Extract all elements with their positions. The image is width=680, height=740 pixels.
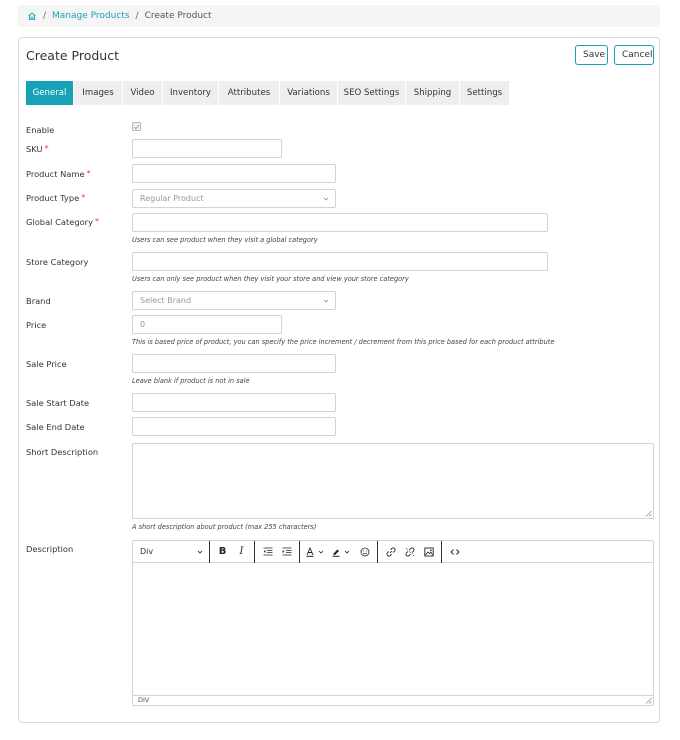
price-input[interactable]: 0 — [132, 315, 282, 334]
product-type-value: Regular Product — [140, 194, 204, 203]
tab-shipping[interactable]: Shipping — [406, 81, 460, 105]
short-description-label: Short Description — [26, 447, 99, 457]
save-button[interactable]: Save — [575, 45, 608, 65]
source-code-icon[interactable] — [445, 543, 464, 561]
required-mark: * — [95, 217, 100, 226]
price-help: This is based price of product, you can … — [132, 338, 555, 346]
resize-handle-icon[interactable] — [645, 510, 652, 517]
chevron-down-icon — [323, 299, 329, 303]
global-category-label: Global Category * — [26, 217, 99, 227]
sale-price-help: Leave blank if product is not in sale — [132, 377, 250, 385]
price-value: 0 — [140, 320, 146, 329]
tab-general[interactable]: General — [26, 81, 74, 105]
brand-select[interactable]: Select Brand — [132, 291, 336, 310]
required-mark: * — [44, 144, 49, 153]
link-icon[interactable] — [381, 543, 400, 561]
breadcrumb-manage-products[interactable]: Manage Products — [52, 11, 129, 21]
sale-start-date-input[interactable] — [132, 393, 336, 412]
tab-variations[interactable]: Variations — [280, 81, 338, 105]
editor-status-bar: DIV — [133, 695, 653, 705]
sku-input[interactable] — [132, 139, 282, 158]
italic-icon[interactable]: I — [232, 543, 251, 561]
tab-inventory[interactable]: Inventory — [163, 81, 219, 105]
check-icon — [133, 124, 140, 129]
bold-icon[interactable]: B — [213, 543, 232, 561]
toolbar-group-insert — [378, 540, 442, 563]
global-category-label-text: Global Category — [26, 217, 94, 227]
sale-end-date-label: Sale End Date — [26, 422, 85, 432]
product-name-label: Product Name * — [26, 169, 91, 179]
chevron-down-icon — [323, 197, 329, 201]
breadcrumb-separator: / — [43, 11, 47, 21]
breadcrumb: / Manage Products / Create Product — [18, 5, 660, 27]
editor-toolbar: Div B I — [133, 540, 653, 563]
outdent-icon[interactable] — [258, 543, 277, 561]
breadcrumb-separator: / — [135, 11, 139, 21]
product-type-select[interactable]: Regular Product — [132, 189, 336, 208]
enable-label: Enable — [26, 125, 55, 135]
tab-seo-settings[interactable]: SEO Settings — [338, 81, 406, 105]
required-mark: * — [86, 169, 91, 178]
sale-price-input[interactable] — [132, 354, 336, 373]
home-icon[interactable] — [27, 11, 37, 21]
tab-settings[interactable]: Settings — [460, 81, 510, 105]
toolbar-group-code — [442, 541, 467, 563]
resize-handle-icon[interactable] — [645, 697, 652, 704]
sale-price-label: Sale Price — [26, 359, 67, 369]
toolbar-group-format: B I — [210, 540, 255, 563]
global-category-input[interactable] — [132, 213, 548, 232]
cancel-button[interactable]: Cancel — [614, 45, 654, 65]
toolbar-group-indent — [255, 540, 300, 563]
breadcrumb-current: Create Product — [144, 11, 212, 21]
description-editor: Div B I DIV — [132, 540, 654, 706]
chevron-down-icon — [197, 550, 203, 554]
image-icon[interactable] — [419, 543, 438, 561]
product-name-input[interactable] — [132, 164, 336, 183]
brand-label: Brand — [26, 296, 51, 306]
sku-label: SKU * — [26, 144, 49, 154]
unlink-icon[interactable] — [400, 543, 419, 561]
global-category-help: Users can see product when they visit a … — [132, 236, 318, 244]
brand-placeholder: Select Brand — [140, 296, 192, 305]
store-category-input[interactable] — [132, 252, 548, 271]
emoticon-icon[interactable] — [355, 543, 374, 561]
enable-checkbox[interactable] — [132, 122, 141, 131]
create-product-card: Create Product Save Cancel General Image… — [18, 37, 660, 723]
block-format-select[interactable]: Div — [133, 540, 210, 563]
short-description-textarea[interactable] — [132, 443, 654, 519]
tab-video[interactable]: Video — [123, 81, 163, 105]
element-path: DIV — [138, 696, 150, 704]
page-title: Create Product — [26, 48, 119, 63]
highlight-color-icon[interactable] — [329, 543, 355, 561]
description-label: Description — [26, 544, 74, 554]
tab-images[interactable]: Images — [74, 81, 123, 105]
product-name-label-text: Product Name — [26, 169, 85, 179]
tab-bar: General Images Video Inventory Attribute… — [26, 81, 510, 105]
product-type-label-text: Product Type — [26, 193, 80, 203]
indent-icon[interactable] — [277, 543, 296, 561]
block-format-value: Div — [140, 547, 154, 556]
text-color-icon[interactable] — [303, 543, 329, 561]
store-category-help: Users can only see product when they vis… — [132, 275, 409, 283]
price-label: Price — [26, 320, 47, 330]
sale-start-date-label: Sale Start Date — [26, 398, 90, 408]
toolbar-group-color — [300, 540, 378, 563]
required-mark: * — [81, 193, 86, 202]
tab-attributes[interactable]: Attributes — [219, 81, 280, 105]
store-category-label: Store Category — [26, 257, 89, 267]
sale-end-date-input[interactable] — [132, 417, 336, 436]
product-type-label: Product Type * — [26, 193, 85, 203]
short-description-help: A short description about product (max 2… — [132, 523, 317, 531]
sku-label-text: SKU — [26, 144, 43, 154]
